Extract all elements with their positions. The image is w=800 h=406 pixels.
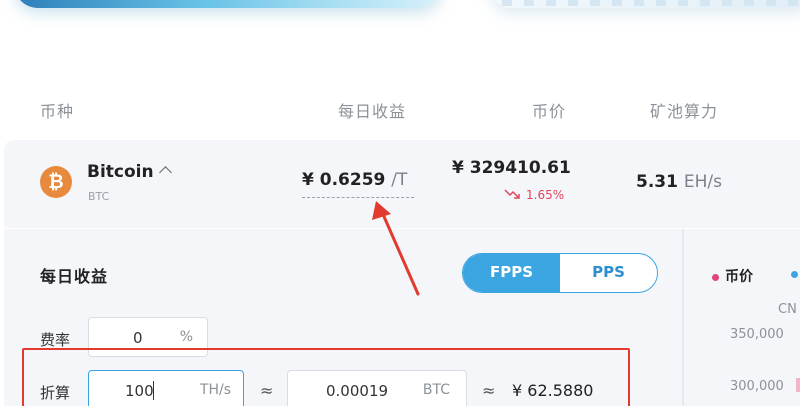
fee-value: 0 bbox=[133, 329, 143, 347]
banner-decoration bbox=[502, 0, 800, 6]
legend-series-dot bbox=[791, 271, 798, 278]
column-header-pool-hashrate: 矿池算力 bbox=[650, 102, 719, 121]
calculator-title: 每日收益 bbox=[40, 267, 109, 286]
pool-hashrate-unit: EH/s bbox=[683, 172, 722, 192]
mode-toggle[interactable]: FPPS PPS bbox=[462, 253, 658, 293]
mode-fpps-button[interactable]: FPPS bbox=[463, 254, 560, 292]
fee-label: 费率 bbox=[40, 331, 71, 349]
chart-tick: 350,000 bbox=[730, 327, 784, 342]
chart-axis-label: CN bbox=[778, 302, 797, 317]
pool-hashrate-value: 5.31 bbox=[636, 172, 678, 192]
pool-hashrate: 5.31 EH/s bbox=[636, 172, 722, 192]
coin-symbol: BTC bbox=[88, 190, 110, 203]
daily-earnings-unit: /T bbox=[391, 170, 408, 190]
promo-banner-right[interactable] bbox=[488, 0, 800, 8]
chart-tick: 300,000 bbox=[730, 379, 784, 394]
bitcoin-icon: ₿ bbox=[40, 166, 72, 198]
legend-price-dot bbox=[712, 273, 719, 281]
promo-banner-left[interactable] bbox=[14, 0, 442, 8]
column-header-daily-earnings: 每日收益 bbox=[338, 102, 407, 121]
column-header-coin: 币种 bbox=[40, 102, 75, 121]
annotation-highlight-box bbox=[22, 348, 630, 406]
coin-price: ¥ 329410.61 bbox=[452, 158, 571, 178]
page: 币种 每日收益 币价 矿池算力 ₿ Bitcoin BTC ¥ 0.6259 /… bbox=[0, 0, 800, 406]
chart-bar bbox=[796, 378, 800, 392]
legend-price-label: 币价 bbox=[725, 269, 753, 285]
daily-earnings-value[interactable]: ¥ 0.6259 /T bbox=[302, 170, 414, 198]
mode-pps-button[interactable]: PPS bbox=[560, 254, 657, 292]
coin-name: Bitcoin bbox=[87, 162, 154, 182]
daily-earnings-amount: ¥ 0.6259 bbox=[302, 170, 386, 190]
price-change: 1.65% bbox=[504, 188, 564, 202]
column-header-price: 币价 bbox=[532, 102, 567, 121]
trend-down-icon bbox=[504, 188, 520, 202]
fee-unit: % bbox=[179, 329, 193, 345]
chart-legend[interactable]: 币价 bbox=[712, 266, 798, 286]
chevron-up-icon[interactable] bbox=[159, 166, 172, 179]
price-change-percent: 1.65% bbox=[526, 188, 565, 202]
coin-row-bitcoin[interactable]: ₿ Bitcoin BTC ¥ 0.6259 /T ¥ 329410.61 1.… bbox=[4, 140, 800, 228]
